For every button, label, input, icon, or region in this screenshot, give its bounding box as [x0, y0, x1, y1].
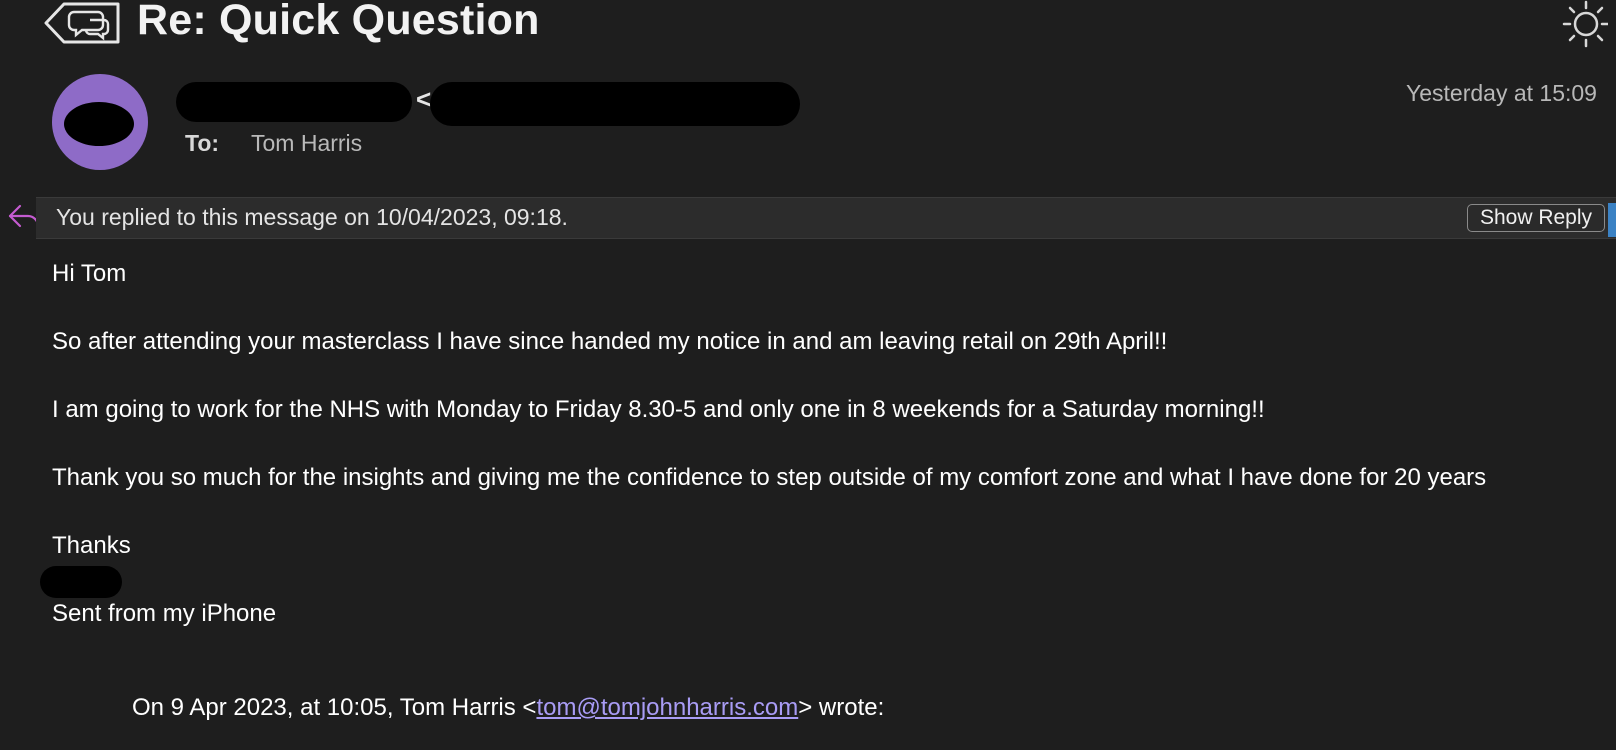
body-signoff: Thanks: [52, 532, 131, 559]
body-paragraph: Thank you so much for the insights and g…: [52, 464, 1487, 491]
body-paragraph: So after attending your masterclass I ha…: [52, 328, 1168, 355]
quote-email-link[interactable]: tom@tomjohnharris.com: [536, 694, 798, 721]
body-greeting: Hi Tom: [52, 260, 127, 287]
to-label: To:: [185, 130, 220, 156]
replied-banner-text: You replied to this message on 10/04/202…: [56, 204, 568, 230]
scrollbar-accent[interactable]: [1608, 203, 1616, 237]
sender-line[interactable]: <: [176, 80, 816, 128]
quoted-message-header: On 9 Apr 2023, at 10:05, Tom Harris <tom…: [132, 694, 884, 722]
sender-name-redaction: [176, 82, 412, 122]
message-header: Re: Quick Question < To: Tom Harris Yest…: [0, 0, 1616, 195]
recipient-name[interactable]: Tom Harris: [251, 130, 362, 157]
replied-banner: You replied to this message on 10/04/202…: [36, 197, 1616, 239]
message-subject: Re: Quick Question: [137, 0, 540, 44]
message-date: Yesterday at 15:09: [1406, 80, 1597, 106]
quote-suffix: > wrote:: [798, 694, 885, 721]
sender-avatar[interactable]: [52, 74, 148, 170]
show-reply-button[interactable]: Show Reply: [1467, 204, 1605, 232]
body-signature: Sent from my iPhone: [52, 600, 277, 627]
body-paragraph: I am going to work for the NHS with Mond…: [52, 396, 1265, 423]
conversation-back-icon[interactable]: [44, 2, 122, 44]
avatar-redaction: [64, 102, 134, 146]
sun-icon[interactable]: [1556, 0, 1608, 48]
signature-name-redaction: [40, 566, 122, 598]
quote-prefix: On 9 Apr 2023, at 10:05, Tom Harris <: [132, 694, 537, 721]
sender-email-open-bracket: <: [416, 84, 432, 114]
sender-email-redaction: [430, 82, 800, 126]
